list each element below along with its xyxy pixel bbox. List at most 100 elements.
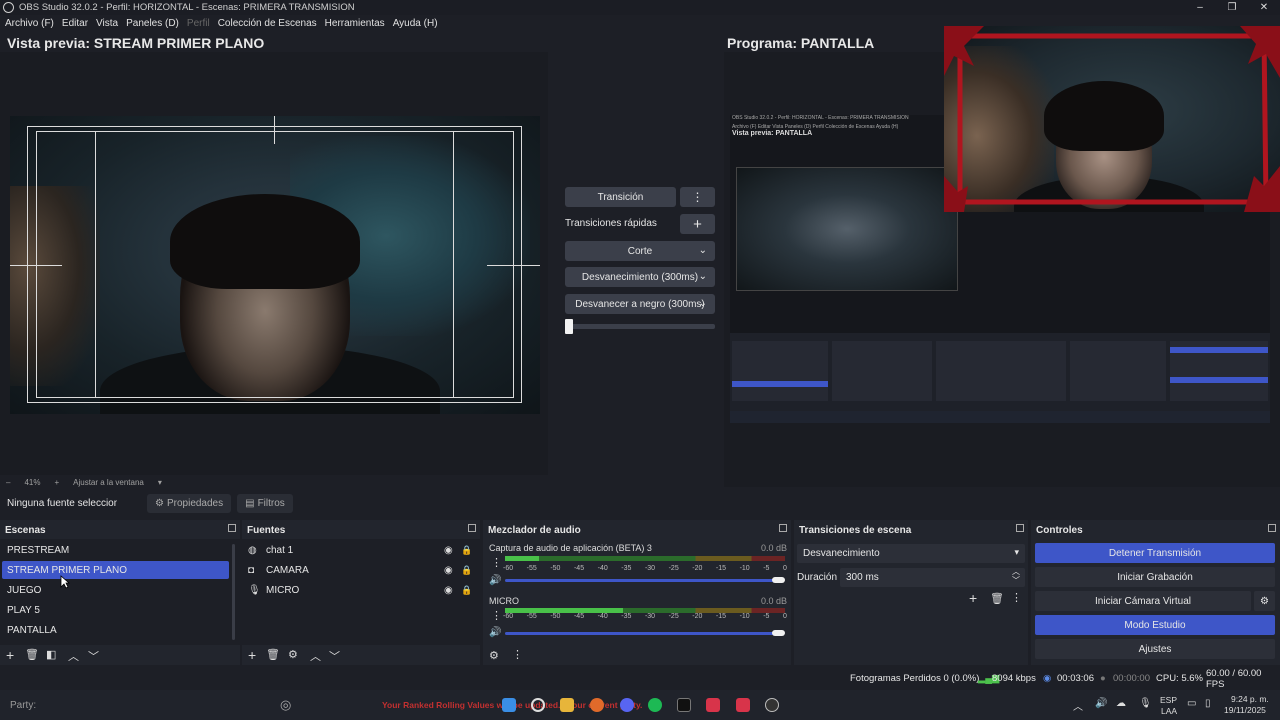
eye-icon[interactable]: ◉ — [444, 565, 453, 576]
start-virtual-camera-button[interactable]: Iniciar Cámara Virtual — [1035, 591, 1251, 611]
menu-herramientas[interactable]: Herramientas — [325, 18, 385, 29]
clock-date: 19/11/2025 — [1224, 705, 1266, 715]
virtual-camera-settings-button[interactable]: ⚙ — [1254, 591, 1275, 611]
speaker-icon[interactable]: 🔊 — [489, 627, 501, 638]
settings-button[interactable]: Ajustes — [1035, 639, 1275, 659]
transition-select[interactable]: Desvanecimiento ▾ — [797, 544, 1025, 563]
microphone-icon[interactable]: 🎙 — [1139, 698, 1152, 709]
move-down-icon[interactable]: ﹀ — [88, 648, 99, 664]
transition-menu-icon[interactable]: ⋮ — [680, 187, 715, 207]
quick-transition-fade-black[interactable]: Desvanecer a negro (300ms) ⌄ — [565, 294, 715, 314]
transition-button[interactable]: Transición — [565, 187, 676, 207]
party-icon[interactable]: ◎ — [280, 697, 291, 713]
quick-transition-corte[interactable]: Corte ⌄ — [565, 241, 715, 261]
scene-item-prestream[interactable]: PRESTREAM — [2, 541, 229, 559]
discord-icon[interactable] — [620, 698, 634, 712]
t-bar-track[interactable] — [565, 324, 715, 329]
source-item-micro[interactable]: 🎙 MICRO ◉ 🔒 — [246, 581, 476, 599]
add-quick-transition-button[interactable]: + — [680, 214, 715, 234]
trash-icon[interactable]: 🗑 — [25, 648, 39, 661]
cloud-icon[interactable]: ☁ — [1116, 698, 1126, 709]
obs-taskbar-icon[interactable] — [765, 698, 779, 712]
source-item-chat[interactable]: ◍ chat 1 ◉ 🔒 — [246, 541, 476, 559]
add-transition-icon[interactable]: + — [969, 590, 977, 606]
trash-icon[interactable]: 🗑 — [990, 592, 1004, 605]
dock-float-icon[interactable] — [779, 524, 787, 532]
mixer-menu-icon[interactable]: ⋮ — [512, 648, 523, 661]
epic-games-icon[interactable] — [677, 698, 691, 712]
spotify-icon[interactable] — [648, 698, 662, 712]
volume-slider[interactable] — [505, 632, 780, 635]
dock-float-icon[interactable] — [1016, 524, 1024, 532]
volume-icon[interactable]: 🔊 — [1095, 698, 1107, 709]
t-bar-handle[interactable] — [565, 319, 573, 334]
gear-icon[interactable]: ⚙ — [288, 648, 298, 661]
safe-area-inner — [36, 131, 514, 398]
valorant-icon[interactable] — [736, 698, 750, 712]
scene-item-stream-primer-plano[interactable]: STREAM PRIMER PLANO — [2, 561, 229, 579]
start-recording-button[interactable]: Iniciar Grabación — [1035, 567, 1275, 587]
move-down-icon[interactable]: ﹀ — [329, 648, 340, 664]
speaker-icon[interactable]: 🔊 — [489, 575, 501, 586]
firefox-icon[interactable] — [590, 698, 604, 712]
chevron-down-icon[interactable]: ▾ — [158, 478, 162, 487]
lock-icon[interactable]: 🔒 — [461, 585, 472, 596]
dock-float-icon[interactable] — [1268, 524, 1276, 532]
channel-menu-icon[interactable]: ⋮ — [491, 556, 502, 569]
chevron-up-icon[interactable]: ︿ — [1073, 698, 1083, 713]
menu-editar[interactable]: Editar — [62, 18, 88, 29]
source-item-camara[interactable]: ◘ CAMARA ◉ 🔒 — [246, 561, 476, 579]
close-button[interactable]: ✕ — [1248, 0, 1280, 15]
trash-icon[interactable]: 🗑 — [266, 648, 280, 661]
network-icon[interactable]: ▭ — [1187, 698, 1196, 709]
studio-mode-button[interactable]: Modo Estudio — [1035, 615, 1275, 635]
scene-item-play5[interactable]: PLAY 5 — [2, 601, 229, 619]
dock-float-icon[interactable] — [468, 524, 476, 532]
menu-ayuda[interactable]: Ayuda (H) — [393, 18, 438, 29]
quick-transition-fade[interactable]: Desvanecimiento (300ms) ⌄ — [565, 267, 715, 287]
dock-float-icon[interactable] — [228, 524, 236, 532]
properties-button[interactable]: ⚙ Propiedades — [147, 494, 232, 513]
scene-item-juego[interactable]: JUEGO — [2, 581, 229, 599]
cpu-usage: CPU: 5.6% — [1156, 673, 1203, 684]
move-up-icon[interactable]: ︿ — [310, 648, 321, 664]
lock-icon[interactable]: 🔒 — [461, 565, 472, 576]
stream-time: 00:03:06 — [1057, 673, 1094, 684]
transition-menu-icon[interactable]: ⋮ — [1011, 591, 1022, 604]
file-explorer-icon[interactable] — [560, 698, 574, 712]
volume-slider[interactable] — [505, 579, 780, 582]
windows-start-icon[interactable] — [502, 698, 516, 712]
zoom-in-button[interactable]: + — [54, 478, 59, 487]
language-code[interactable]: ESP — [1160, 695, 1177, 705]
clock-time[interactable]: 9:24 p. m. — [1231, 694, 1269, 704]
scenes-scrollbar[interactable] — [232, 544, 235, 640]
mixer-settings-icon[interactable]: ⚙ — [489, 649, 499, 662]
volume-slider-knob[interactable] — [772, 577, 785, 583]
scene-item-pantalla[interactable]: PANTALLA — [2, 621, 229, 639]
eye-icon[interactable]: ◉ — [444, 585, 453, 596]
app-icon[interactable] — [706, 698, 720, 712]
volume-slider-knob[interactable] — [772, 630, 785, 636]
add-scene-icon[interactable]: + — [6, 647, 14, 663]
move-up-icon[interactable]: ︿ — [68, 648, 79, 664]
menu-paneles[interactable]: Paneles (D) — [126, 18, 179, 29]
menu-coleccion-escenas[interactable]: Colección de Escenas — [218, 18, 317, 29]
zoom-out-button[interactable]: – — [6, 478, 10, 487]
stop-stream-button[interactable]: Detener Transmisión — [1035, 543, 1275, 563]
filters-button[interactable]: ▤ Filtros — [237, 494, 293, 513]
maximize-button[interactable]: ❐ — [1216, 0, 1248, 15]
menu-perfil[interactable]: Perfil — [187, 18, 210, 29]
minimize-button[interactable]: – — [1184, 0, 1216, 15]
scene-filters-icon[interactable]: ◧ — [46, 648, 56, 661]
lock-icon[interactable]: 🔒 — [461, 545, 472, 556]
fit-window-button[interactable]: Ajustar a la ventana — [73, 478, 144, 487]
add-source-icon[interactable]: + — [248, 647, 256, 663]
menu-vista[interactable]: Vista — [96, 18, 118, 29]
search-icon[interactable] — [531, 698, 545, 712]
spin-arrows-icon[interactable]: ︿ ﹀ — [1012, 567, 1020, 585]
menu-archivo[interactable]: Archivo (F) — [5, 18, 54, 29]
duration-spinbox[interactable]: 300 ms ︿ ﹀ — [840, 567, 1025, 587]
battery-icon[interactable]: ▯ — [1205, 698, 1211, 709]
channel-menu-icon[interactable]: ⋮ — [491, 609, 502, 622]
eye-icon[interactable]: ◉ — [444, 545, 453, 556]
